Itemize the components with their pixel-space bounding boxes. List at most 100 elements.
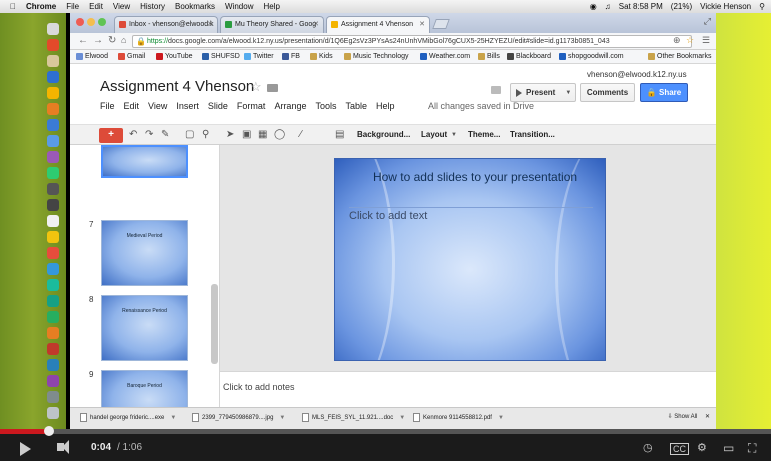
background-button[interactable]: Background... (357, 130, 410, 139)
text-box-icon[interactable]: ▣ (242, 129, 251, 140)
fullscreen-icon[interactable]: ⛶ (748, 441, 756, 456)
tab-mu-theory[interactable]: Mu Theory Shared - Goog ✕ (220, 16, 324, 33)
menu-window[interactable]: Window (225, 2, 253, 11)
dock-app-icon[interactable] (47, 231, 59, 243)
theater-mode-icon[interactable]: ▭ (723, 441, 734, 455)
folder-icon[interactable] (267, 84, 278, 92)
share-button[interactable]: 🔒 Share (640, 83, 688, 102)
menu-bookmarks[interactable]: Bookmarks (175, 2, 215, 11)
star-icon[interactable]: ☆ (250, 79, 262, 95)
back-icon[interactable]: ← (78, 35, 88, 46)
minimize-window-icon[interactable] (87, 18, 95, 26)
comment-icon[interactable] (491, 86, 501, 94)
bookmark-fb[interactable]: FB (282, 53, 300, 60)
slide-title[interactable]: How to add slides to your presentation (365, 169, 585, 185)
slide-thumbnail[interactable]: Renaissance Period (101, 295, 188, 361)
menu-view[interactable]: View (113, 2, 130, 11)
zoom-window-icon[interactable] (98, 18, 106, 26)
bookmark-blackboard[interactable]: Blackboard (507, 53, 551, 60)
download-item[interactable]: 2399_779450986879....jpg ▼ (192, 413, 285, 422)
dock-app-icon[interactable] (47, 263, 59, 275)
dock-app-icon[interactable] (47, 151, 59, 163)
dock-app-icon[interactable] (47, 39, 59, 51)
dock-app-icon[interactable] (47, 55, 59, 67)
image-icon[interactable]: ▦ (258, 129, 267, 140)
dock-app-icon[interactable] (47, 135, 59, 147)
current-slide[interactable]: How to add slides to your presentation C… (334, 158, 606, 361)
watch-later-icon[interactable]: ◷ (643, 441, 653, 454)
bookmark-music-technology[interactable]: Music Technology (344, 53, 409, 60)
apple-icon[interactable]:  (10, 2, 16, 11)
chevron-down-icon[interactable]: ▼ (399, 415, 405, 421)
new-slide-button[interactable]: + (99, 128, 123, 143)
new-tab-button[interactable] (432, 19, 450, 29)
progress-bar[interactable] (0, 426, 771, 436)
dock-app-icon[interactable] (47, 343, 59, 355)
forward-icon[interactable]: → (93, 35, 103, 46)
menu-table[interactable]: Table (345, 101, 367, 111)
bookmark-kids[interactable]: Kids (310, 53, 333, 60)
slide-thumbnail[interactable] (101, 145, 188, 178)
menu-tools[interactable]: Tools (315, 101, 336, 111)
show-all-downloads-button[interactable]: ⇩ Show All ✕ (668, 413, 710, 420)
dock-finder-icon[interactable] (47, 23, 59, 35)
close-tab-icon[interactable]: ✕ (419, 20, 425, 28)
speaker-notes[interactable]: Click to add notes (220, 371, 716, 407)
dock-app-icon[interactable] (47, 391, 59, 403)
slide-thumbnail[interactable]: Baroque Period (101, 370, 188, 407)
close-window-icon[interactable] (76, 18, 84, 26)
close-icon[interactable]: ✕ (705, 414, 710, 420)
volume-icon[interactable]: ♫ (605, 2, 611, 11)
dock-app-icon[interactable] (47, 327, 59, 339)
dock-app-icon[interactable] (47, 375, 59, 387)
bookmark-other[interactable]: Other Bookmarks (648, 53, 711, 60)
menu-format[interactable]: Format (237, 101, 266, 111)
address-bar[interactable]: 🔒 https://docs.google.com/a/elwood.k12.n… (132, 35, 692, 48)
captions-icon[interactable]: CC (670, 443, 689, 455)
select-cursor-icon[interactable]: ➤ (226, 129, 234, 140)
chevron-down-icon[interactable]: ▼ (565, 90, 571, 96)
dock-chrome-icon[interactable] (47, 87, 59, 99)
download-item[interactable]: MLS_FEIS_SYL_11.921....doc ▼ (302, 413, 405, 422)
dock-calendar-icon[interactable] (47, 215, 59, 227)
user-name[interactable]: Vickie Henson (700, 2, 751, 11)
dock-app-icon[interactable] (47, 167, 59, 179)
slide-body-placeholder[interactable]: Click to add text (349, 210, 427, 222)
dock-app-icon[interactable] (47, 295, 59, 307)
menu-insert[interactable]: Insert (176, 101, 199, 111)
chrome-menu-icon[interactable]: ☰ (702, 35, 710, 46)
chevron-down-icon[interactable]: ▼ (498, 415, 504, 421)
menu-file[interactable]: File (100, 101, 115, 111)
bookmark-bills[interactable]: Bills (478, 53, 500, 60)
dock-app-icon[interactable] (47, 279, 59, 291)
dock-app-icon[interactable] (47, 311, 59, 323)
close-tab-icon[interactable]: ✕ (207, 20, 213, 28)
spotlight-icon[interactable]: ⚲ (759, 2, 765, 11)
settings-gear-icon[interactable]: ⚙ (697, 441, 707, 454)
comment-icon[interactable]: ▤ (335, 129, 344, 140)
line-icon[interactable]: ∕ (300, 129, 302, 140)
battery-status[interactable]: (21%) (671, 2, 692, 11)
dock-app-icon[interactable] (47, 71, 59, 83)
clock[interactable]: Sat 8:58 PM (619, 2, 663, 11)
bookmark-youtube[interactable]: YouTube (156, 53, 193, 60)
bookmark-elwood[interactable]: Elwood (76, 53, 108, 60)
dock-trash-icon[interactable] (47, 407, 59, 419)
chevron-down-icon[interactable]: ▼ (279, 415, 285, 421)
paint-format-icon[interactable]: ✎ (161, 129, 169, 140)
menu-arrange[interactable]: Arrange (274, 101, 306, 111)
chevron-down-icon[interactable]: ▼ (170, 415, 176, 421)
home-icon[interactable]: ⌂ (121, 35, 126, 45)
slide-thumbnail[interactable]: Medieval Period (101, 220, 188, 286)
menu-slide[interactable]: Slide (208, 101, 228, 111)
doc-title[interactable]: Assignment 4 Vhenson (100, 78, 254, 95)
redo-icon[interactable]: ↷ (145, 129, 153, 140)
bookmark-gmail[interactable]: Gmail (118, 53, 145, 60)
bookmark-shufsd[interactable]: SHUFSD (202, 53, 240, 60)
bookmark-star-icon[interactable]: ☆ (686, 35, 694, 46)
scrubber-handle[interactable] (43, 426, 54, 436)
menu-view[interactable]: View (148, 101, 167, 111)
theme-button[interactable]: Theme... (468, 130, 500, 139)
shape-icon[interactable]: ◯ (274, 129, 285, 140)
dock-app-icon[interactable] (47, 183, 59, 195)
